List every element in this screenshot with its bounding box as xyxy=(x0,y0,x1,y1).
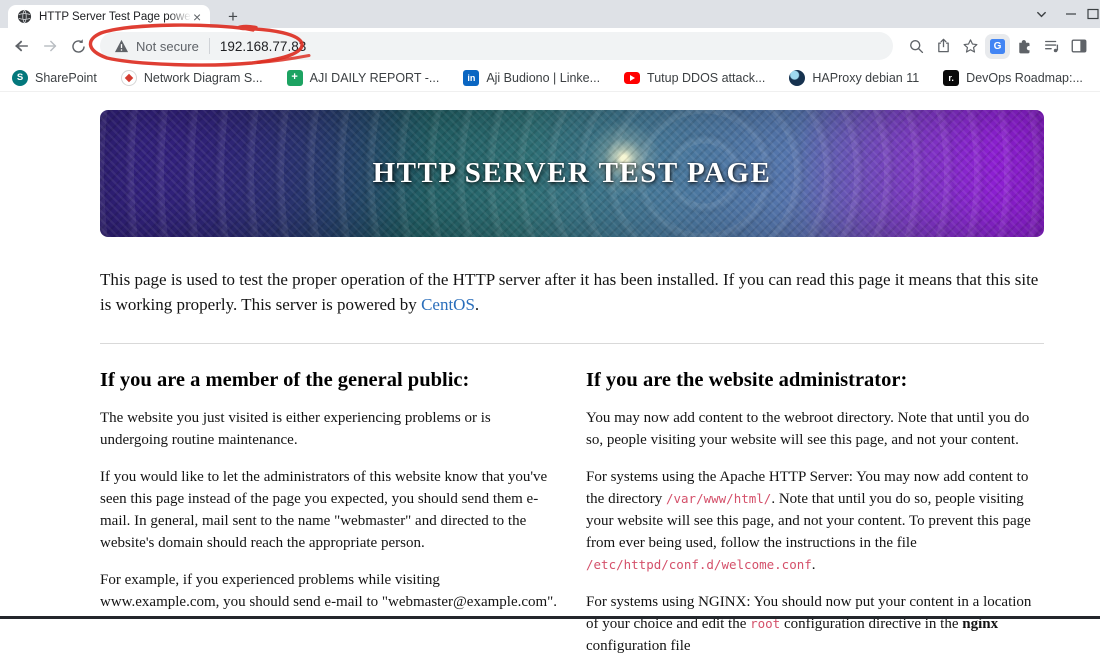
bookmark-item[interactable]: DevOps Roadmap:... xyxy=(943,69,1083,86)
bookmark-favicon-icon xyxy=(463,69,480,86)
address-bar[interactable]: Not secure 192.168.77.83 xyxy=(100,32,893,60)
column-paragraphs-public: The website you just visited is either e… xyxy=(100,407,558,613)
extensions-puzzle-icon[interactable] xyxy=(1011,32,1038,60)
tab-search-chevron-icon[interactable] xyxy=(1026,0,1056,28)
bookmark-favicon-icon xyxy=(943,69,960,86)
toolbar-actions: G xyxy=(903,32,1092,60)
media-controls-icon[interactable] xyxy=(1038,32,1065,60)
new-tab-button[interactable]: + xyxy=(222,6,244,28)
share-icon[interactable] xyxy=(930,32,957,60)
paragraph: For systems using the Apache HTTP Server… xyxy=(586,469,1031,573)
bookmark-item[interactable]: HAProxy debian 11 xyxy=(789,69,919,86)
column-paragraphs-admin: You may now add content to the webroot d… xyxy=(586,407,1044,657)
bookmark-item[interactable]: SharePoint xyxy=(12,69,97,86)
search-icon[interactable] xyxy=(903,32,930,60)
code-path: /etc/httpd/conf.d/welcome.conf xyxy=(586,557,812,572)
side-panel-icon[interactable] xyxy=(1065,32,1092,60)
google-translate-extension-icon[interactable]: G xyxy=(984,32,1011,60)
page-content: HTTP SERVER TEST PAGE This page is used … xyxy=(0,110,1100,654)
browser-toolbar: Not secure 192.168.77.83 G xyxy=(0,28,1100,64)
paragraph: The website you just visited is either e… xyxy=(100,410,491,448)
window-controls xyxy=(1026,0,1100,28)
bookmark-item[interactable]: Aji Budiono | Linke... xyxy=(463,69,600,86)
column-heading-admin: If you are the website administrator: xyxy=(586,369,908,391)
paragraph: If you would like to let the administrat… xyxy=(100,469,548,551)
code-path: /var/www/html/ xyxy=(665,491,772,506)
reload-button[interactable] xyxy=(64,32,92,60)
banner-image: HTTP SERVER TEST PAGE xyxy=(100,110,1044,237)
url-text[interactable]: 192.168.77.83 xyxy=(220,39,306,54)
column-general-public: If you are a member of the general publi… xyxy=(100,344,558,657)
column-heading-public: If you are a member of the general publi… xyxy=(100,369,470,391)
omnibox-divider xyxy=(208,38,210,54)
tab-strip: HTTP Server Test Page powered × + xyxy=(0,0,1100,28)
back-button[interactable] xyxy=(8,32,36,60)
globe-favicon-icon xyxy=(17,9,32,24)
maximize-button[interactable] xyxy=(1086,0,1100,28)
forward-button[interactable] xyxy=(36,32,64,60)
paragraph: For example, if you experienced problems… xyxy=(100,572,558,610)
bookmark-favicon-icon xyxy=(286,69,303,86)
not-secure-warning-icon xyxy=(114,39,129,53)
bookmark-favicon-icon xyxy=(624,71,641,84)
bookmark-favicon-icon xyxy=(789,69,806,86)
bookmark-star-icon[interactable] xyxy=(957,32,984,60)
column-website-admin: If you are the website administrator: Yo… xyxy=(586,344,1044,657)
bookmark-item[interactable]: AJI DAILY REPORT -... xyxy=(286,69,439,86)
intro-paragraph: This page is used to test the proper ope… xyxy=(100,270,1039,314)
browser-tab[interactable]: HTTP Server Test Page powered × xyxy=(8,5,210,28)
banner-title: HTTP SERVER TEST PAGE xyxy=(372,157,772,189)
bookmark-item[interactable]: Network Diagram S... xyxy=(120,69,263,86)
bookmark-favicon-icon xyxy=(12,69,28,86)
paragraph: For systems using NGINX: You should now … xyxy=(586,594,1032,654)
minimize-button[interactable] xyxy=(1056,0,1086,28)
not-secure-label: Not secure xyxy=(136,38,199,54)
centos-link[interactable]: CentOS xyxy=(421,295,475,314)
bookmark-favicon-icon xyxy=(120,69,137,86)
paragraph: You may now add content to the webroot d… xyxy=(586,410,1030,448)
bookmarks-bar: SharePoint Network Diagram S... AJI DAIL… xyxy=(0,64,1100,92)
bookmark-item[interactable]: Tutup DDOS attack... xyxy=(624,71,765,85)
content-columns: If you are a member of the general publi… xyxy=(100,344,1044,657)
tab-close-icon[interactable]: × xyxy=(193,10,201,24)
tab-title: HTTP Server Test Page powered xyxy=(39,10,191,23)
